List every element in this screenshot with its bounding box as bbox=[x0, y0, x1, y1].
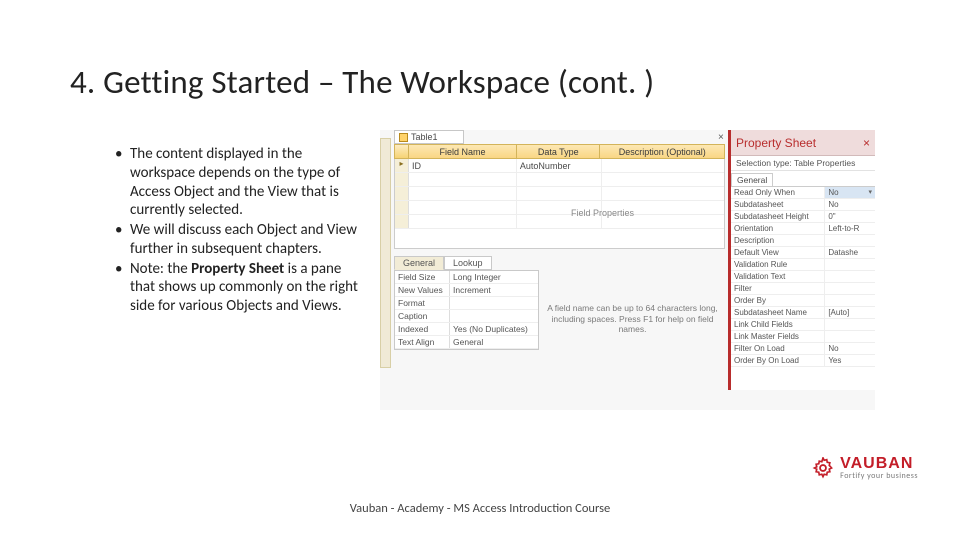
psheet-row: Subdatasheet Name[Auto] bbox=[731, 307, 875, 319]
psheet-row: Default ViewDatashe bbox=[731, 247, 875, 259]
psheet-row: Order By bbox=[731, 295, 875, 307]
brand-tagline: Fortify your business bbox=[840, 472, 918, 480]
design-grid-body: ▸ ID AutoNumber bbox=[394, 159, 725, 249]
tab-label: Table1 bbox=[411, 132, 438, 142]
close-icon: × bbox=[863, 136, 870, 150]
field-prop-row: New ValuesIncrement bbox=[395, 284, 538, 297]
row-selector-icon: ▸ bbox=[395, 159, 409, 172]
property-sheet-subtitle: Selection type: Table Properties bbox=[731, 156, 875, 171]
workspace-screenshot: Table1 × Field Name Data Type Descriptio… bbox=[380, 130, 875, 410]
slide-title: 4. Getting Started – The Workspace (cont… bbox=[70, 62, 654, 102]
psheet-row: Read Only When DisconnectedNo▾ bbox=[731, 187, 875, 199]
object-tab: Table1 bbox=[394, 130, 464, 144]
brand-name: VAUBAN bbox=[840, 456, 918, 472]
bullet-1: The content displayed in the workspace d… bbox=[115, 145, 363, 220]
psheet-row: OrientationLeft-to-R bbox=[731, 223, 875, 235]
col-field-name: Field Name bbox=[409, 145, 517, 158]
cell-description bbox=[602, 159, 724, 172]
psheet-row: Subdatasheet Height0" bbox=[731, 211, 875, 223]
col-description: Description (Optional) bbox=[600, 145, 724, 158]
field-properties-grid: Field SizeLong IntegerNew ValuesIncremen… bbox=[394, 270, 539, 350]
field-prop-row: Field SizeLong Integer bbox=[395, 271, 538, 284]
property-sheet-pane: Property Sheet × Selection type: Table P… bbox=[728, 130, 875, 390]
vauban-logo: VAUBAN Fortify your business bbox=[812, 456, 918, 480]
nav-pane-bar bbox=[380, 138, 391, 368]
field-prop-tabs: General Lookup bbox=[394, 256, 492, 270]
psheet-row: Filter bbox=[731, 283, 875, 295]
psheet-row: Subdatasheet ExpandedNo bbox=[731, 199, 875, 211]
property-sheet-list: Read Only When DisconnectedNo▾Subdatashe… bbox=[731, 187, 875, 367]
col-data-type: Data Type bbox=[517, 145, 600, 158]
psheet-row: Order By On LoadYes bbox=[731, 355, 875, 367]
tab-lookup: Lookup bbox=[444, 256, 492, 270]
psheet-row: Link Child Fields bbox=[731, 319, 875, 331]
field-prop-row: Caption bbox=[395, 310, 538, 323]
field-prop-row: IndexedYes (No Duplicates) bbox=[395, 323, 538, 336]
close-icon: × bbox=[718, 132, 724, 143]
bullet-3-pre: Note: the bbox=[130, 260, 191, 278]
bullet-2: We will discuss each Object and View fur… bbox=[115, 221, 363, 259]
field-name-hint: A field name can be up to 64 characters … bbox=[540, 303, 725, 335]
cell-data-type: AutoNumber bbox=[517, 159, 602, 172]
field-properties-label: Field Properties bbox=[490, 208, 715, 218]
table-icon bbox=[399, 133, 408, 142]
psheet-tab-general: General bbox=[731, 173, 773, 186]
psheet-row: Validation Rule bbox=[731, 259, 875, 271]
bullet-3: Note: the Property Sheet is a pane that … bbox=[115, 260, 363, 316]
field-prop-row: Format bbox=[395, 297, 538, 310]
gear-icon bbox=[812, 457, 834, 479]
cell-field-name: ID bbox=[409, 159, 517, 172]
design-grid-header: Field Name Data Type Description (Option… bbox=[394, 144, 725, 159]
psheet-row: Validation Text bbox=[731, 271, 875, 283]
psheet-row: Description bbox=[731, 235, 875, 247]
property-sheet-title: Property Sheet bbox=[736, 136, 816, 150]
field-prop-row: Text AlignGeneral bbox=[395, 336, 538, 349]
psheet-row: Link Master Fields bbox=[731, 331, 875, 343]
slide-footer: Vauban - Academy - MS Access Introductio… bbox=[0, 501, 960, 516]
bullet-3-bold: Property Sheet bbox=[191, 260, 284, 278]
tab-general: General bbox=[394, 256, 444, 270]
psheet-row: Filter On LoadNo bbox=[731, 343, 875, 355]
bullet-list: The content displayed in the workspace d… bbox=[115, 145, 363, 317]
